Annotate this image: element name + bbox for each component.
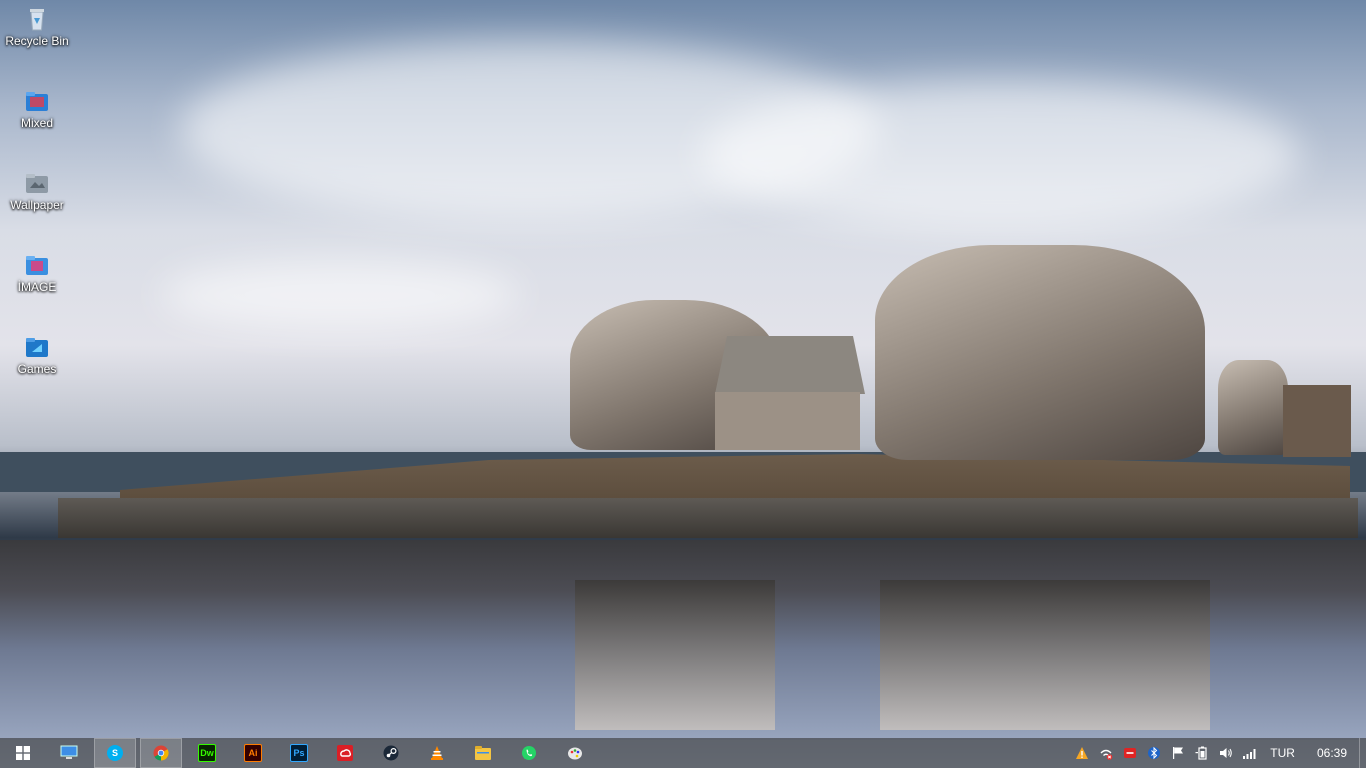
- computer-icon: [60, 745, 78, 759]
- speaker-icon: [1220, 748, 1233, 758]
- desktop-icon-label: Games: [17, 362, 57, 376]
- system-tray: TUR 06:39: [1070, 738, 1366, 768]
- tray-network-disconnected[interactable]: [1094, 738, 1118, 768]
- taskbar-whatsapp[interactable]: [506, 738, 552, 768]
- taskbar-chrome[interactable]: [140, 738, 182, 768]
- desktop-icon-label: Recycle Bin: [5, 34, 69, 48]
- desktop-icon-wallpaper[interactable]: Wallpaper: [4, 170, 70, 212]
- desktop-icon-label: İMAGE: [17, 280, 57, 294]
- dreamweaver-icon: Dw: [198, 744, 216, 762]
- recycle-bin-icon: [30, 9, 44, 31]
- tray-action-center[interactable]: [1166, 738, 1190, 768]
- folder-icon: [26, 174, 48, 193]
- desktop-icon-label: Mixed: [20, 116, 53, 130]
- illustrator-icon: Ai: [244, 744, 262, 762]
- taskbar-this-pc[interactable]: [46, 738, 92, 768]
- desktop-icon-mixed[interactable]: Mixed: [4, 88, 70, 130]
- tray-shield-icon[interactable]: [1070, 738, 1094, 768]
- tray-signal[interactable]: [1238, 738, 1262, 768]
- taskbar-file-explorer[interactable]: [460, 738, 506, 768]
- folder-icon: [26, 338, 48, 357]
- chrome-icon: [153, 745, 169, 761]
- warning-icon: [1076, 747, 1089, 759]
- taskbar-photoshop[interactable]: Ps: [276, 738, 322, 768]
- tray-app-red[interactable]: [1118, 738, 1142, 768]
- battery-plug-icon: [1195, 746, 1207, 760]
- taskbar-paint[interactable]: [552, 738, 598, 768]
- folder-icon: [26, 256, 48, 275]
- folder-icon: [26, 92, 48, 111]
- desktop-icon-recycle-bin[interactable]: Recycle Bin: [4, 6, 70, 48]
- block-icon: [1124, 748, 1137, 758]
- whatsapp-icon: [522, 746, 536, 760]
- clock[interactable]: 06:39: [1303, 746, 1359, 760]
- creative-cloud-icon: [337, 745, 353, 761]
- folder-icon: [475, 746, 491, 760]
- tray-volume[interactable]: [1214, 738, 1238, 768]
- photoshop-icon: Ps: [290, 744, 308, 762]
- tray-bluetooth[interactable]: [1142, 738, 1166, 768]
- desktop: Recycle Bin Mixed Wallpaper İMAGE Games …: [0, 0, 1366, 768]
- flag-icon: [1173, 747, 1184, 759]
- taskbar-steam[interactable]: [368, 738, 414, 768]
- show-desktop-button[interactable]: [1359, 738, 1366, 768]
- paint-icon: [568, 747, 582, 760]
- bluetooth-icon: [1148, 746, 1161, 760]
- steam-icon: [383, 745, 399, 761]
- desktop-icon-image[interactable]: İMAGE: [4, 252, 70, 294]
- vlc-icon: [431, 746, 443, 760]
- taskbar-illustrator[interactable]: Ai: [230, 738, 276, 768]
- tray-power[interactable]: [1190, 738, 1214, 768]
- taskbar-skype[interactable]: S: [94, 738, 136, 768]
- taskbar-creative-cloud[interactable]: [322, 738, 368, 768]
- taskbar: S Dw Ai Ps TUR 06:39: [0, 738, 1366, 768]
- desktop-icon-label: Wallpaper: [10, 198, 64, 212]
- signal-bars-icon: [1243, 749, 1256, 759]
- start-button[interactable]: [0, 738, 46, 768]
- network-disconnected-icon: [1100, 749, 1113, 760]
- desktop-icon-games[interactable]: Games: [4, 334, 70, 376]
- language-indicator[interactable]: TUR: [1262, 746, 1303, 760]
- taskbar-vlc[interactable]: [414, 738, 460, 768]
- windows-logo-icon: [16, 746, 30, 760]
- taskbar-dreamweaver[interactable]: Dw: [184, 738, 230, 768]
- skype-icon: S: [107, 745, 123, 761]
